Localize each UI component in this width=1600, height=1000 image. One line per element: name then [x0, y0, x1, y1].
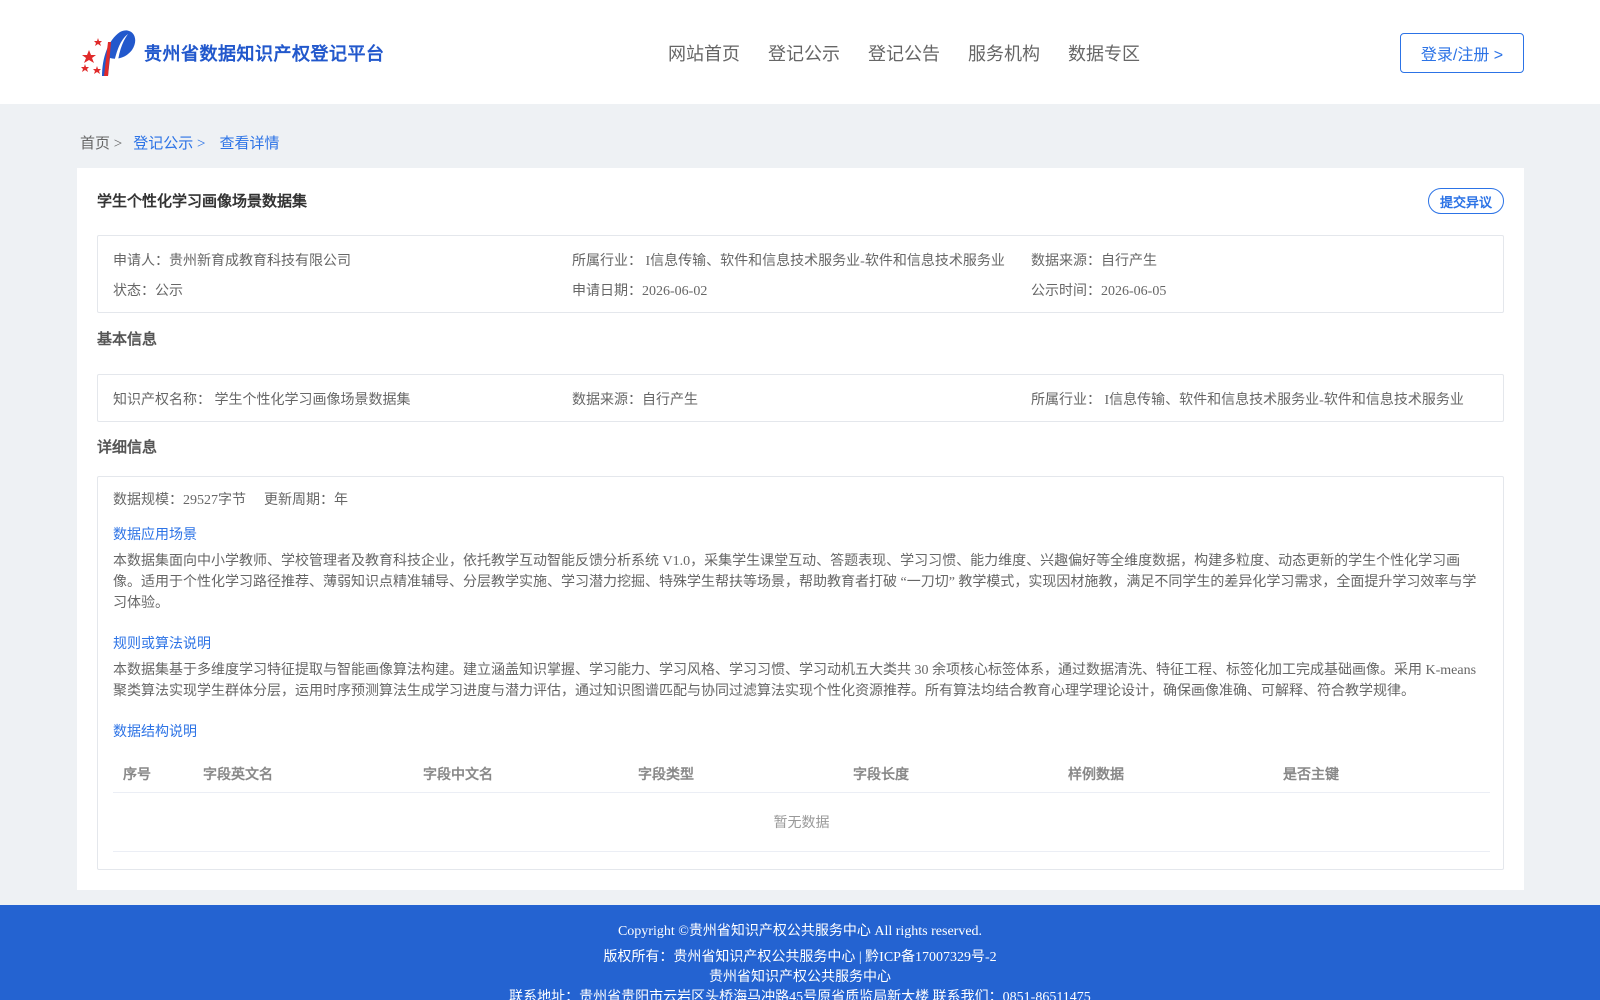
scenario-text: 本数据集面向中小学教师、学校管理者及教育科技企业，依托教学互动智能反馈分析系统 … — [113, 554, 1477, 611]
page-footer: Copyright ©贵州省知识产权公共服务中心 All rights rese… — [0, 905, 1600, 1000]
column-header-field-length: 字段长度 — [853, 766, 909, 782]
basic-source-field: 数据来源：自行产生 — [572, 393, 698, 408]
site-logo[interactable]: 贵州省数据知识产权登记平台 — [80, 28, 385, 78]
scenario-heading: 数据应用场景 — [113, 528, 197, 543]
breadcrumb: 首页 > 登记公示 > 查看详情 — [80, 132, 279, 153]
nav-item-data-zone[interactable]: 数据专区 — [1068, 40, 1140, 66]
publish-time-field: 公示时间：2026-06-05 — [1031, 284, 1167, 299]
detail-info-heading: 详细信息 — [97, 439, 158, 456]
column-header-sample-data: 样例数据 — [1068, 766, 1124, 782]
summary-panel: 申请人：贵州新育成教育科技有限公司 所属行业： I信息传输、软件和信息技术服务业… — [97, 235, 1504, 313]
structure-table-header: 序号 字段英文名 字段中文名 字段类型 字段长度 样例数据 是否主键 — [113, 752, 1490, 793]
table-empty-state: 暂无数据 — [113, 793, 1490, 852]
footer-address: 联系地址：贵州省贵阳市云岩区头桥海马冲路45号原省质监局新大楼 联系我们：085… — [509, 990, 1091, 1000]
main-nav: 网站首页 登记公示 登记公告 服务机构 数据专区 — [668, 40, 1168, 66]
detail-info-panel: 数据规模：29527字节 更新周期：年 数据应用场景 本数据集面向中小学教师、学… — [97, 476, 1504, 870]
basic-industry-field: 所属行业： I信息传输、软件和信息技术服务业-软件和信息技术服务业 — [1031, 393, 1464, 408]
nav-item-service-agencies[interactable]: 服务机构 — [968, 40, 1040, 66]
nav-item-registration-publicity[interactable]: 登记公示 — [768, 40, 840, 66]
data-scale-field: 数据规模：29527字节 — [113, 493, 246, 508]
source-field: 数据来源：自行产生 — [1031, 254, 1157, 269]
column-header-field-type: 字段类型 — [638, 766, 694, 782]
nav-item-home[interactable]: 网站首页 — [668, 40, 740, 66]
update-cycle-field: 更新周期：年 — [264, 493, 348, 508]
detail-card: 学生个性化学习画像场景数据集 提交异议 申请人：贵州新育成教育科技有限公司 所属… — [77, 168, 1524, 890]
column-header-index: 序号 — [123, 766, 151, 782]
nav-item-registration-announcement[interactable]: 登记公告 — [868, 40, 940, 66]
column-header-primary-key: 是否主键 — [1283, 766, 1339, 782]
submit-objection-button[interactable]: 提交异议 — [1428, 188, 1504, 214]
logo-emblem-icon — [80, 28, 138, 78]
breadcrumb-registration-publicity[interactable]: 登记公示 > — [133, 132, 205, 153]
ip-name-field: 知识产权名称： 学生个性化学习画像场景数据集 — [113, 393, 411, 408]
footer-owner-icp[interactable]: 版权所有：贵州省知识产权公共服务中心 | 黔ICP备17007329号-2 — [0, 946, 1600, 966]
login-register-button[interactable]: 登录/注册 > — [1400, 33, 1524, 73]
apply-date-field: 申请日期：2026-06-02 — [572, 284, 708, 299]
footer-organization: 贵州省知识产权公共服务中心 — [709, 970, 891, 985]
industry-field: 所属行业： I信息传输、软件和信息技术服务业-软件和信息技术服务业 — [572, 254, 1005, 269]
column-header-chinese-name: 字段中文名 — [423, 766, 493, 782]
basic-info-heading: 基本信息 — [97, 331, 158, 348]
breadcrumb-home[interactable]: 首页 > — [80, 132, 122, 153]
algorithm-text: 本数据集基于多维度学习特征提取与智能画像算法构建。建立涵盖知识掌握、学习能力、学… — [113, 663, 1477, 699]
top-header: 贵州省数据知识产权登记平台 网站首页 登记公示 登记公告 服务机构 数据专区 登… — [0, 0, 1600, 104]
column-header-english-name: 字段英文名 — [203, 766, 273, 782]
breadcrumb-current: 查看详情 — [219, 136, 280, 152]
algorithm-heading: 规则或算法说明 — [113, 637, 211, 652]
page-title: 学生个性化学习画像场景数据集 — [97, 193, 308, 210]
basic-info-panel: 知识产权名称： 学生个性化学习画像场景数据集 数据来源：自行产生 所属行业： I… — [97, 374, 1504, 422]
applicant-field: 申请人：贵州新育成教育科技有限公司 — [113, 254, 351, 269]
status-field: 状态：公示 — [113, 284, 183, 299]
structure-heading: 数据结构说明 — [113, 725, 197, 740]
footer-copyright: Copyright ©贵州省知识产权公共服务中心 All rights rese… — [617, 924, 983, 939]
site-title: 贵州省数据知识产权登记平台 — [144, 44, 385, 64]
